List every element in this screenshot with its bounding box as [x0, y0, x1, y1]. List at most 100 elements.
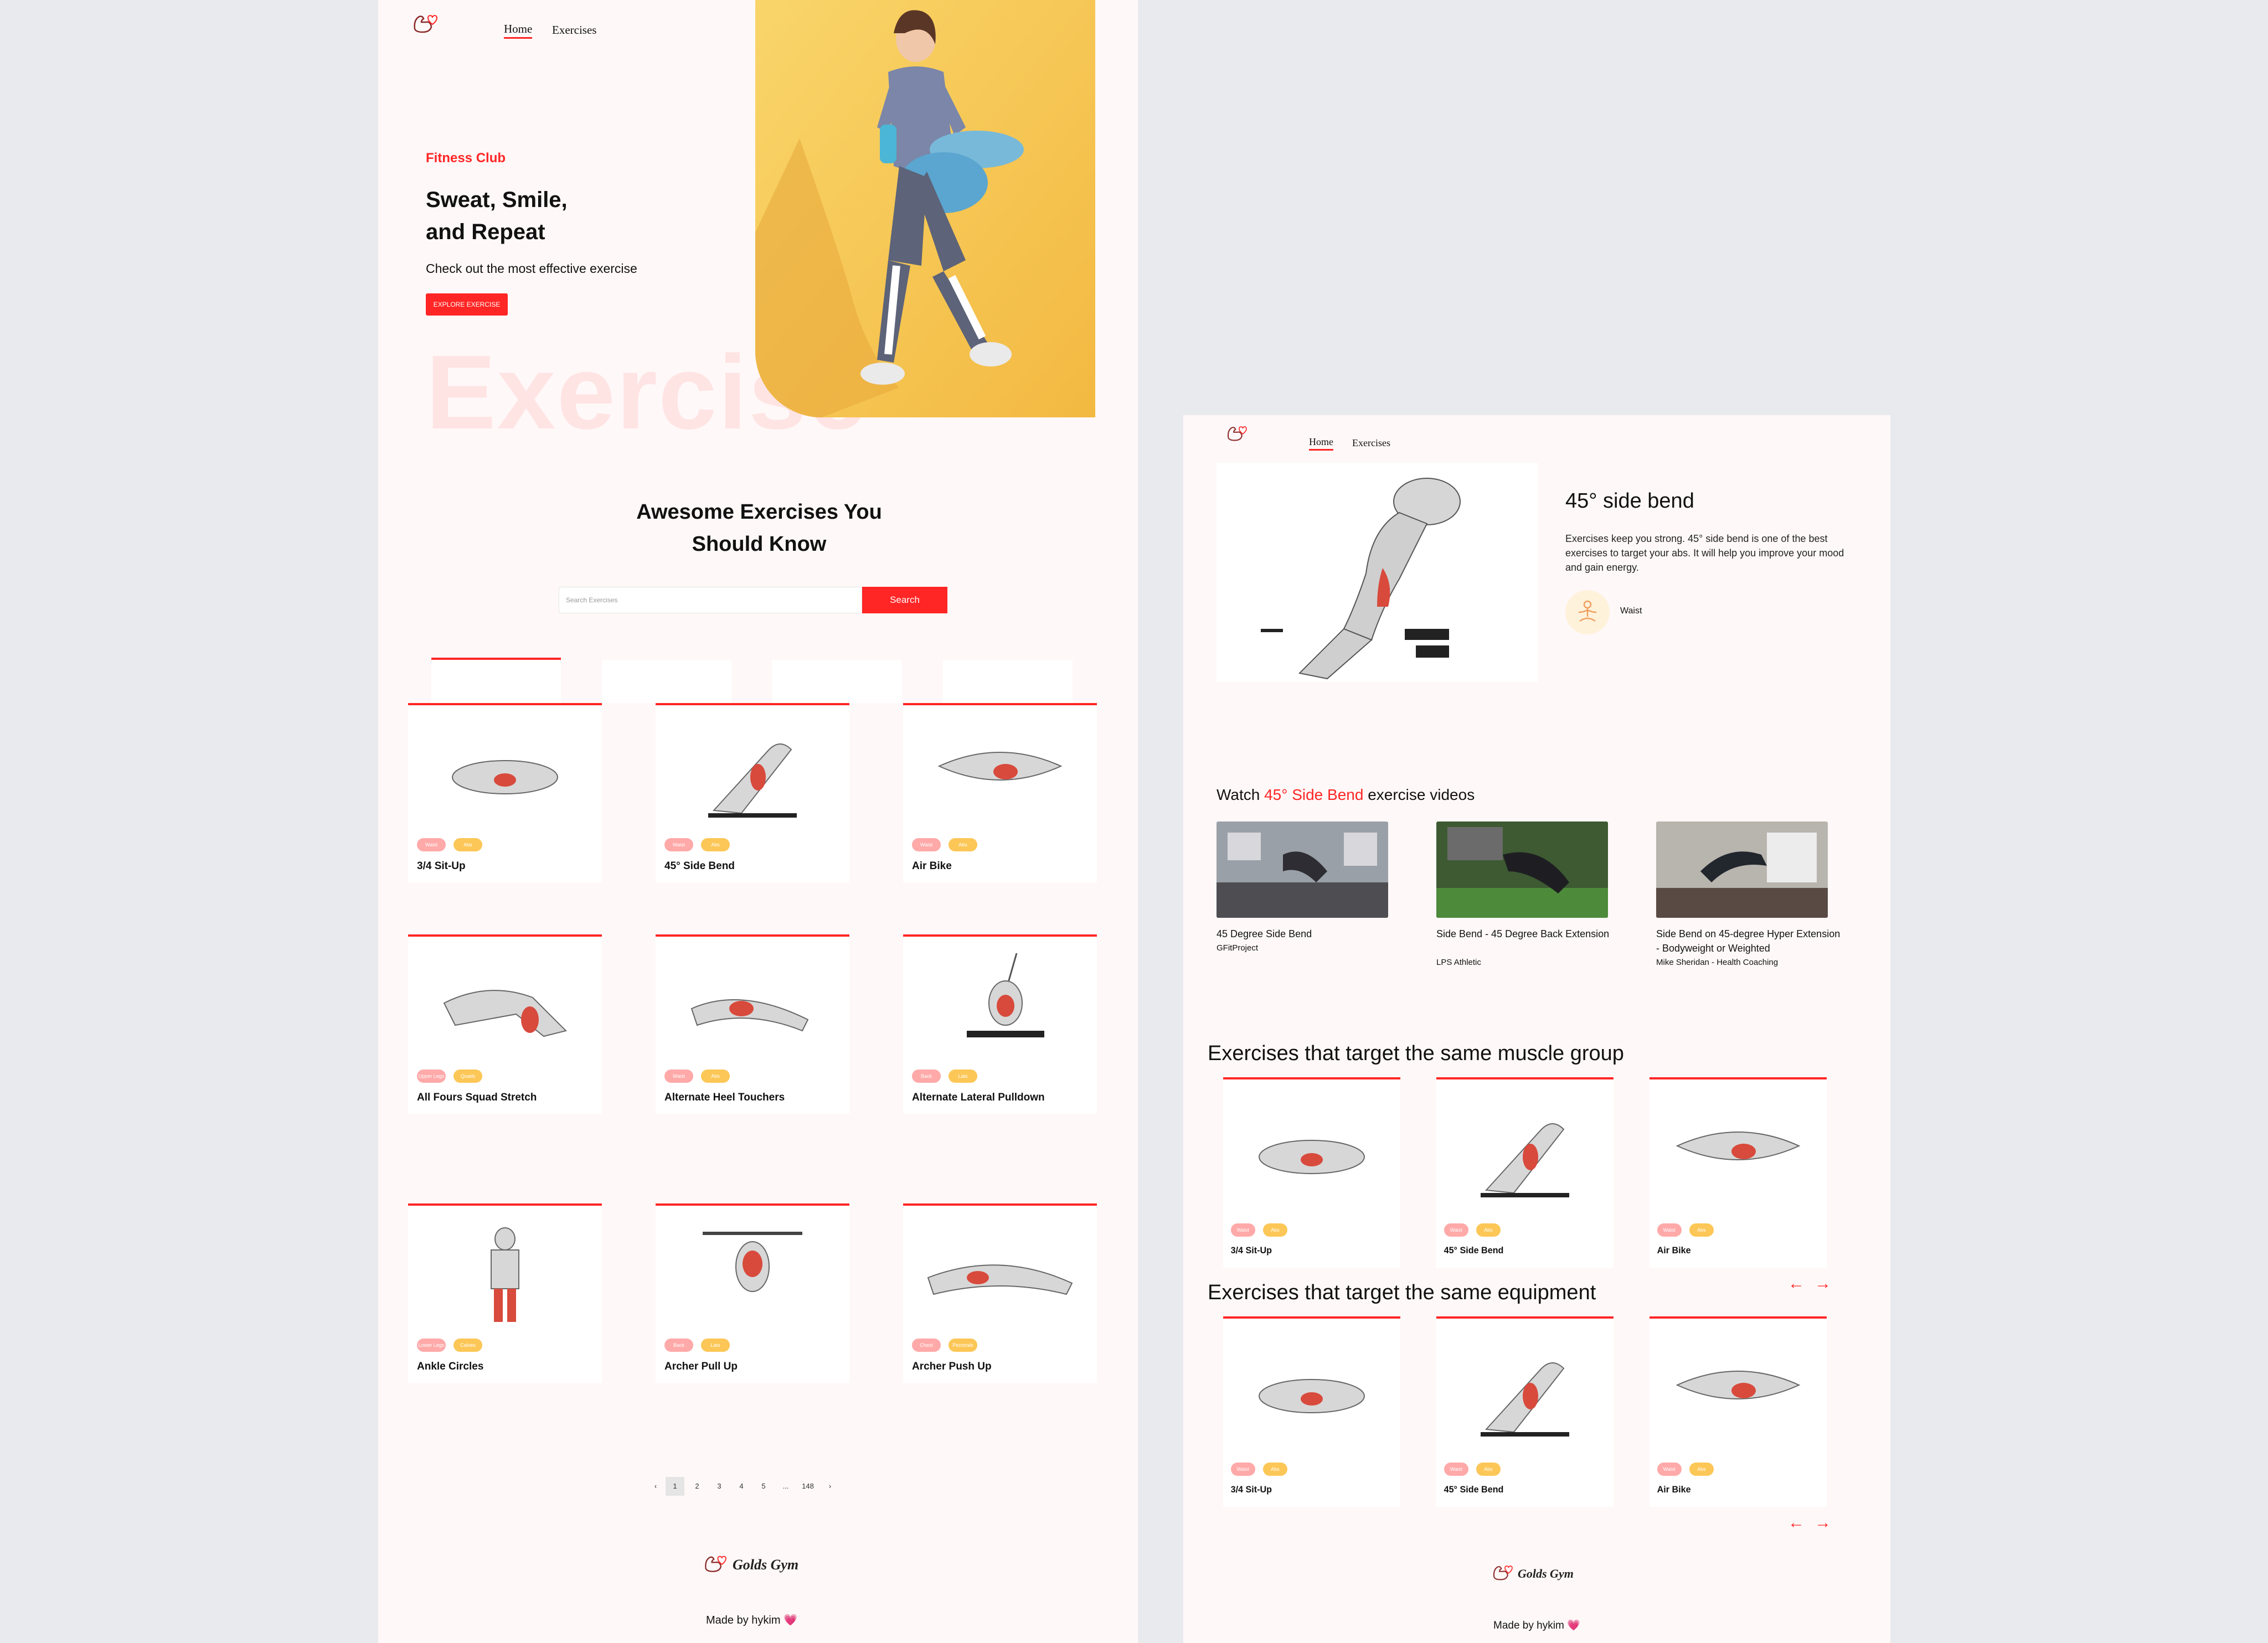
- search-input[interactable]: Search Exercises: [559, 587, 862, 613]
- exercise-card[interactable]: Chest Pectorals Archer Push Up: [903, 1203, 1097, 1383]
- bodypart-tab-4[interactable]: [943, 660, 1073, 703]
- woman-with-gym-bag-illustration: [755, 0, 1095, 417]
- bodypart-tab-1[interactable]: [431, 658, 561, 705]
- target-muscle-tag[interactable]: Abs: [453, 838, 482, 851]
- exercise-card[interactable]: Waist Abs Air Bike: [1650, 1316, 1827, 1507]
- exercise-card[interactable]: Waist Abs 3/4 Sit-Up: [408, 703, 602, 882]
- exercise-card[interactable]: Waist Abs Air Bike: [903, 703, 1097, 882]
- video-channel-2: LPS Athletic: [1436, 958, 1481, 967]
- exercise-card[interactable]: Waist Abs 45° Side Bend: [1436, 1316, 1614, 1507]
- bodypart-tag[interactable]: Waist: [1657, 1223, 1682, 1237]
- videos-heading-exercise: 45° Side Bend: [1264, 786, 1364, 803]
- muscle-carousel-prev-arrow[interactable]: ←: [1788, 1274, 1805, 1293]
- exercise-name: 45° Side Bend: [1444, 1485, 1504, 1495]
- exercise-card[interactable]: Waist Abs 3/4 Sit-Up: [1223, 1077, 1400, 1268]
- target-muscle-tag[interactable]: Pectorals: [949, 1339, 977, 1352]
- videos-heading: Watch 45° Side Bend exercise videos: [1217, 786, 1475, 804]
- video-channel-3: Mike Sheridan - Health Coaching: [1656, 958, 1779, 967]
- muscle-carousel-next-arrow[interactable]: →: [1815, 1274, 1831, 1293]
- gym-logo-icon[interactable]: [1225, 424, 1248, 444]
- video-thumbnail-1[interactable]: [1217, 822, 1388, 918]
- exercise-card[interactable]: Waist Abs 45° Side Bend: [656, 703, 849, 882]
- exercise-illustration: [708, 743, 797, 818]
- bodypart-tag[interactable]: Lower Legs: [417, 1339, 446, 1352]
- nav-home-link[interactable]: Home: [1309, 436, 1333, 451]
- target-muscle-tag[interactable]: Abs: [949, 838, 977, 851]
- target-muscle-tag[interactable]: Abs: [1689, 1463, 1714, 1476]
- target-muscle-tag[interactable]: Abs: [1689, 1223, 1714, 1237]
- bodypart-tag[interactable]: Back: [664, 1339, 693, 1352]
- bodypart-tab-3[interactable]: [772, 660, 902, 703]
- exercise-card[interactable]: Waist Abs Alternate Heel Touchers: [656, 934, 849, 1114]
- exercise-card[interactable]: Waist Abs Air Bike: [1650, 1077, 1827, 1268]
- bodypart-tag[interactable]: Chest: [912, 1339, 941, 1352]
- video-title-3[interactable]: Side Bend on 45-degree Hyper Extension -…: [1656, 927, 1844, 955]
- bodypart-tag[interactable]: Waist: [664, 1070, 693, 1083]
- target-bodypart-label: Waist: [1620, 606, 1642, 616]
- target-muscle-tag[interactable]: Quads: [453, 1070, 482, 1083]
- target-muscle-tag[interactable]: Abs: [1262, 1463, 1287, 1476]
- target-muscle-tag[interactable]: Calves: [453, 1339, 482, 1352]
- search-button[interactable]: Search: [862, 587, 947, 613]
- target-muscle-tag[interactable]: Abs: [1476, 1223, 1501, 1237]
- explore-exercise-button[interactable]: EXPLORE EXERCISE: [426, 293, 508, 316]
- exercise-card[interactable]: Upper Legs Quads All Fours Squad Stretch: [408, 934, 602, 1114]
- pagination-page-4[interactable]: 4: [732, 1477, 751, 1496]
- gym-logo-icon[interactable]: [411, 12, 438, 37]
- footer-logo-icon: [705, 1556, 726, 1572]
- pagination-page-3[interactable]: 3: [710, 1477, 729, 1496]
- pagination-page-5[interactable]: 5: [754, 1477, 773, 1496]
- target-bodypart-chip: [1565, 590, 1610, 634]
- exercise-name: 3/4 Sit-Up: [417, 860, 466, 872]
- exercise-card[interactable]: Back Lats Alternate Lateral Pulldown: [903, 934, 1097, 1114]
- target-muscle-tag[interactable]: Abs: [1476, 1463, 1501, 1476]
- home-page-panel: Home Exercises Fitness Club Sweat, Smile…: [378, 0, 1138, 1643]
- video-thumbnail-2[interactable]: [1436, 822, 1608, 918]
- bodypart-tag[interactable]: Waist: [1657, 1463, 1682, 1476]
- target-muscle-tag[interactable]: Abs: [701, 1070, 730, 1083]
- bodypart-tag[interactable]: Waist: [1444, 1223, 1468, 1237]
- pagination-page-last[interactable]: 148: [798, 1477, 817, 1496]
- pagination-ellipsis: ...: [782, 1482, 789, 1490]
- search-input-placeholder: Search Exercises: [566, 596, 618, 604]
- pagination-page-2[interactable]: 2: [688, 1477, 707, 1496]
- pagination-next[interactable]: ›: [821, 1477, 839, 1496]
- bodypart-tag[interactable]: Waist: [1444, 1463, 1468, 1476]
- bodypart-tab-2[interactable]: [602, 660, 731, 703]
- nav-exercises-link[interactable]: Exercises: [552, 23, 596, 37]
- bodypart-tag[interactable]: Waist: [664, 838, 693, 851]
- equipment-carousel-next-arrow[interactable]: →: [1815, 1513, 1831, 1532]
- bodypart-tag[interactable]: Waist: [912, 838, 941, 851]
- target-muscle-tag[interactable]: Lats: [949, 1070, 977, 1083]
- pagination-page-1[interactable]: 1: [666, 1477, 684, 1496]
- equipment-carousel-prev-arrow[interactable]: ←: [1788, 1513, 1805, 1532]
- same-equipment-heading: Exercises that target the same equipment: [1208, 1281, 1596, 1304]
- made-by-text: Made by hykim 💗: [1493, 1620, 1580, 1631]
- video-title-2[interactable]: Side Bend - 45 Degree Back Extension: [1436, 927, 1619, 941]
- target-muscle-tag[interactable]: Lats: [701, 1339, 730, 1352]
- exercise-card[interactable]: Lower Legs Calves Ankle Circles: [408, 1203, 602, 1383]
- made-by-text: Made by hykim 💗: [706, 1614, 797, 1626]
- hero-subtitle: Check out the most effective exercise: [426, 261, 637, 276]
- bodypart-tag[interactable]: Waist: [1230, 1463, 1255, 1476]
- bodypart-tag[interactable]: Waist: [417, 838, 446, 851]
- exercise-illustration: [1259, 1379, 1365, 1413]
- pagination-prev[interactable]: ‹: [646, 1477, 665, 1496]
- bodypart-tag[interactable]: Back: [912, 1070, 941, 1083]
- gym-video-thumbnail: [1217, 822, 1388, 918]
- exercise-name: Air Bike: [1657, 1485, 1691, 1495]
- video-title-1[interactable]: 45 Degree Side Bend: [1217, 927, 1388, 941]
- same-muscle-heading: Exercises that target the same muscle gr…: [1208, 1042, 1624, 1065]
- bodypart-tag[interactable]: Upper Legs: [417, 1070, 446, 1083]
- nav-exercises-link[interactable]: Exercises: [1352, 437, 1390, 449]
- exercise-card[interactable]: Waist Abs 3/4 Sit-Up: [1223, 1316, 1400, 1507]
- videos-heading-pre: Watch: [1217, 786, 1265, 803]
- exercise-illustration: [703, 1232, 802, 1292]
- exercise-card[interactable]: Back Lats Archer Pull Up: [656, 1203, 849, 1383]
- target-muscle-tag[interactable]: Abs: [701, 838, 730, 851]
- video-thumbnail-3[interactable]: [1656, 822, 1828, 918]
- target-muscle-tag[interactable]: Abs: [1262, 1223, 1287, 1237]
- bodypart-tag[interactable]: Waist: [1230, 1223, 1255, 1237]
- nav-home-link[interactable]: Home: [504, 22, 533, 39]
- exercise-card[interactable]: Waist Abs 45° Side Bend: [1436, 1077, 1614, 1268]
